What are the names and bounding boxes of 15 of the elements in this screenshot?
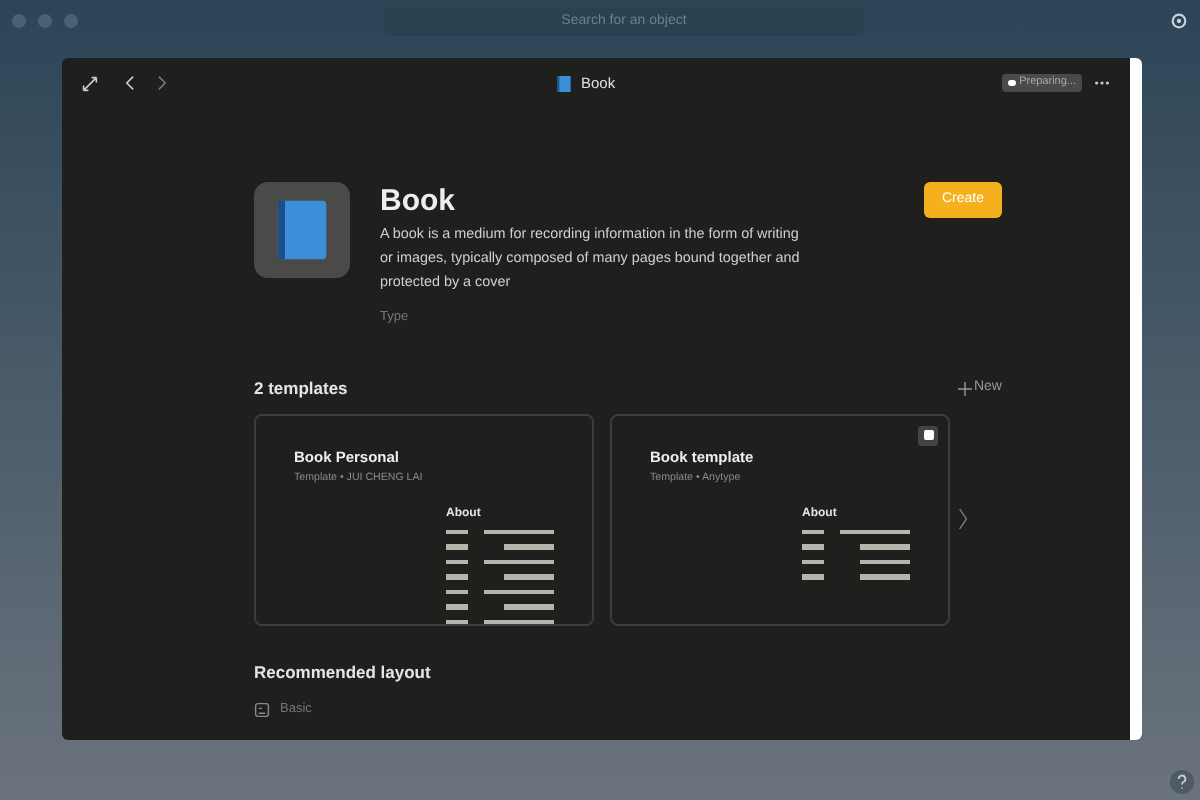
settings-icon[interactable] [1170, 12, 1188, 30]
plus-icon [957, 381, 972, 396]
type-title: Book [380, 184, 457, 218]
expand-icon[interactable] [82, 75, 98, 91]
book-icon [272, 196, 332, 264]
back-icon[interactable] [122, 74, 138, 92]
help-icon[interactable] [1170, 770, 1194, 794]
section-heading: Recommended layout [254, 659, 433, 685]
section-heading: 2 templates [254, 375, 348, 401]
scrollbar[interactable] [1130, 58, 1142, 740]
layout-icon [254, 702, 270, 719]
chevron-right-icon[interactable] [958, 505, 968, 531]
forward-icon[interactable] [154, 74, 170, 92]
book-icon [556, 73, 573, 93]
more-icon[interactable] [1094, 80, 1110, 86]
